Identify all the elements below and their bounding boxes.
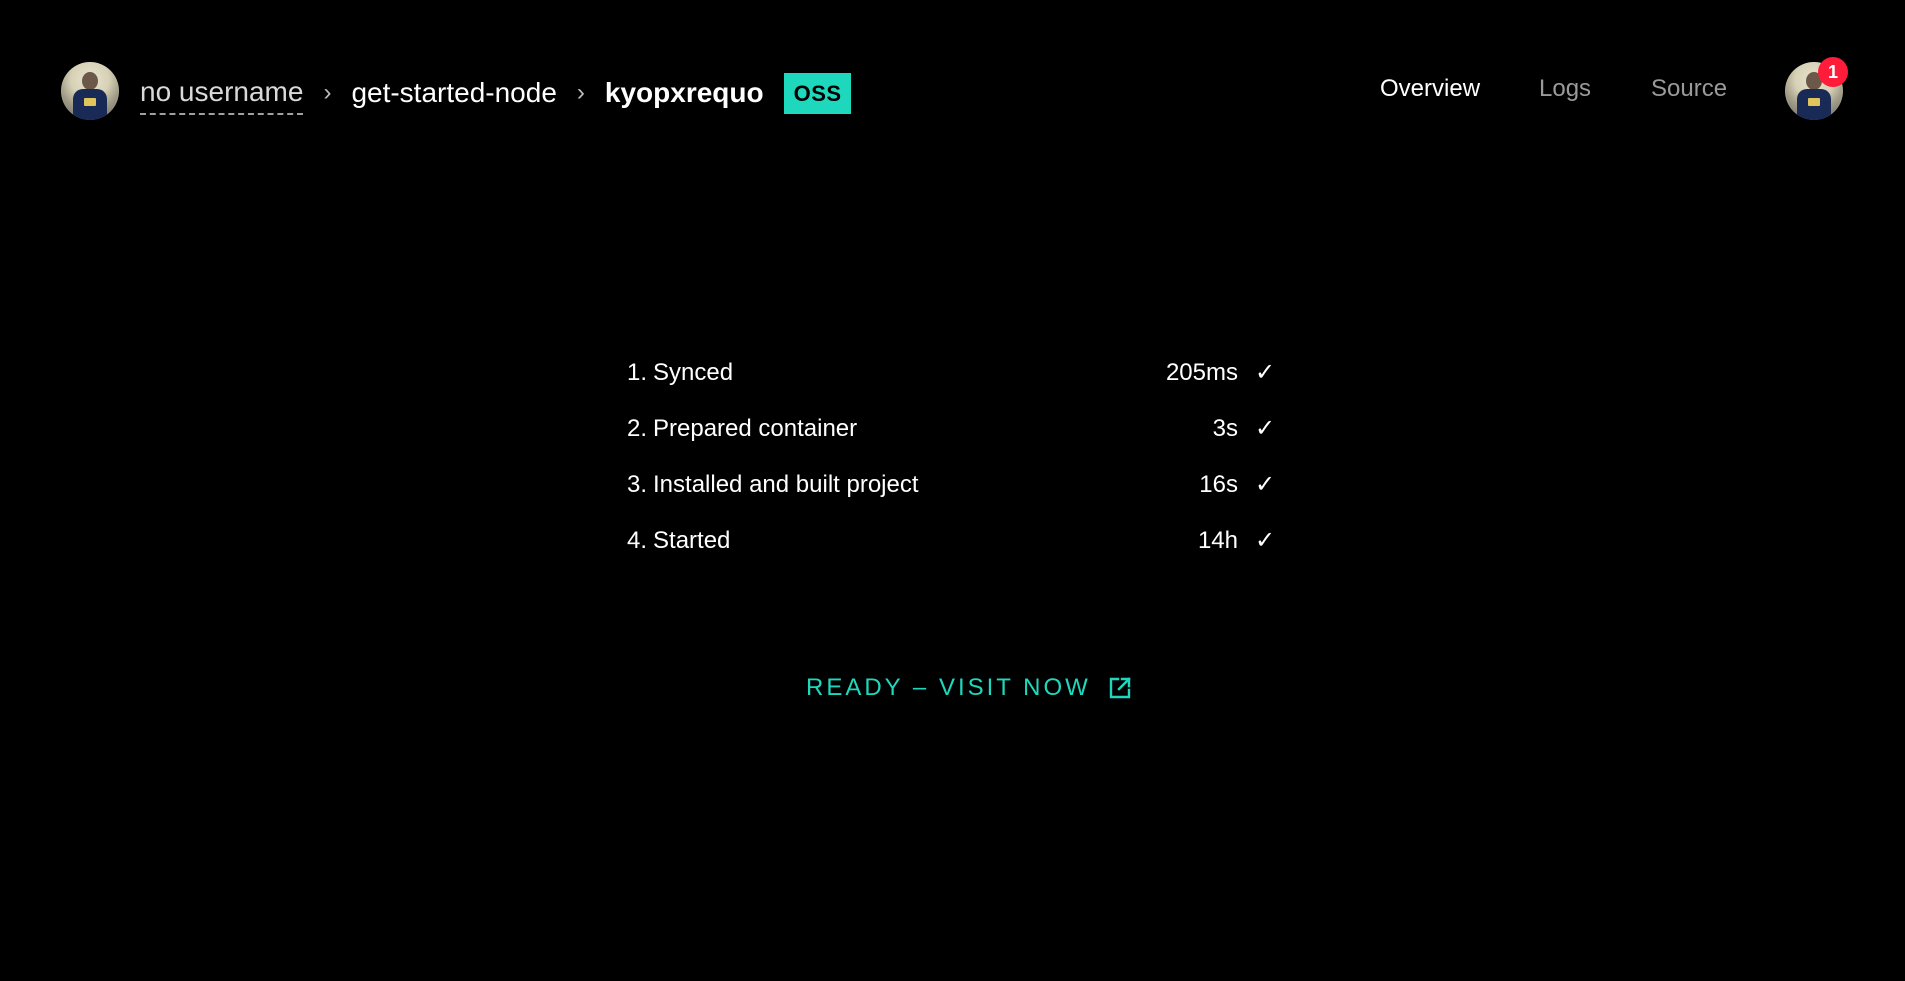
build-step: 1. Synced 205ms ✓ [627,353,1277,409]
avatar-head-shape [82,72,98,90]
notification-badge[interactable]: 1 [1818,57,1848,87]
step-label: Prepared container [653,415,858,442]
build-steps-list: 1. Synced 205ms ✓ 2. Prepared container 3s… [627,353,1277,577]
breadcrumb-deployment: kyopxrequo [604,77,764,108]
step-label-wrap: 1. Synced [627,353,733,393]
step-index: 1. [627,359,648,386]
breadcrumb-user[interactable]: no username [140,72,304,115]
tab-source[interactable]: Source [1651,75,1727,103]
step-duration: 14h [1197,527,1238,554]
check-icon: ✓ [1254,527,1276,554]
check-icon: ✓ [1254,415,1276,442]
step-index: 4. [627,527,648,554]
step-label-wrap: 3. Installed and built project [627,465,919,505]
external-link-icon [1107,675,1133,701]
breadcrumb-project[interactable]: get-started-node [351,73,556,113]
check-icon: ✓ [1254,471,1276,498]
step-duration: 205ms [1165,359,1238,386]
step-label: Started [653,527,731,554]
step-duration: 16s [1199,471,1238,498]
oss-badge: OSS [783,72,851,114]
avatar-jersey-number-shape [1808,98,1820,106]
step-index: 2. [627,415,648,442]
breadcrumb: no username › get-started-node › kyopxre… [140,71,851,115]
step-label-wrap: 4. Started [627,521,730,561]
user-avatar[interactable] [61,62,119,120]
visit-deployment-link[interactable]: READY – VISIT NOW [806,668,1133,708]
top-header: no username › get-started-node › kyopxre… [0,0,1905,185]
breadcrumb-separator: › [576,79,585,106]
build-step: 2. Prepared container 3s ✓ [627,409,1277,465]
tab-overview[interactable]: Overview [1380,75,1480,103]
check-icon: ✓ [1254,359,1276,386]
step-label-wrap: 2. Prepared container [627,409,857,449]
build-step: 3. Installed and built project 16s ✓ [627,465,1277,521]
step-label: Synced [653,359,734,386]
tab-logs[interactable]: Logs [1539,75,1591,103]
step-duration: 3s [1212,415,1238,442]
step-index: 3. [627,471,648,498]
build-step: 4. Started 14h ✓ [627,521,1277,577]
step-label: Installed and built project [653,471,919,498]
breadcrumb-separator: › [323,79,332,106]
visit-now-label: READY – VISIT NOW [806,674,1091,701]
avatar-jersey-number-shape [84,98,96,106]
